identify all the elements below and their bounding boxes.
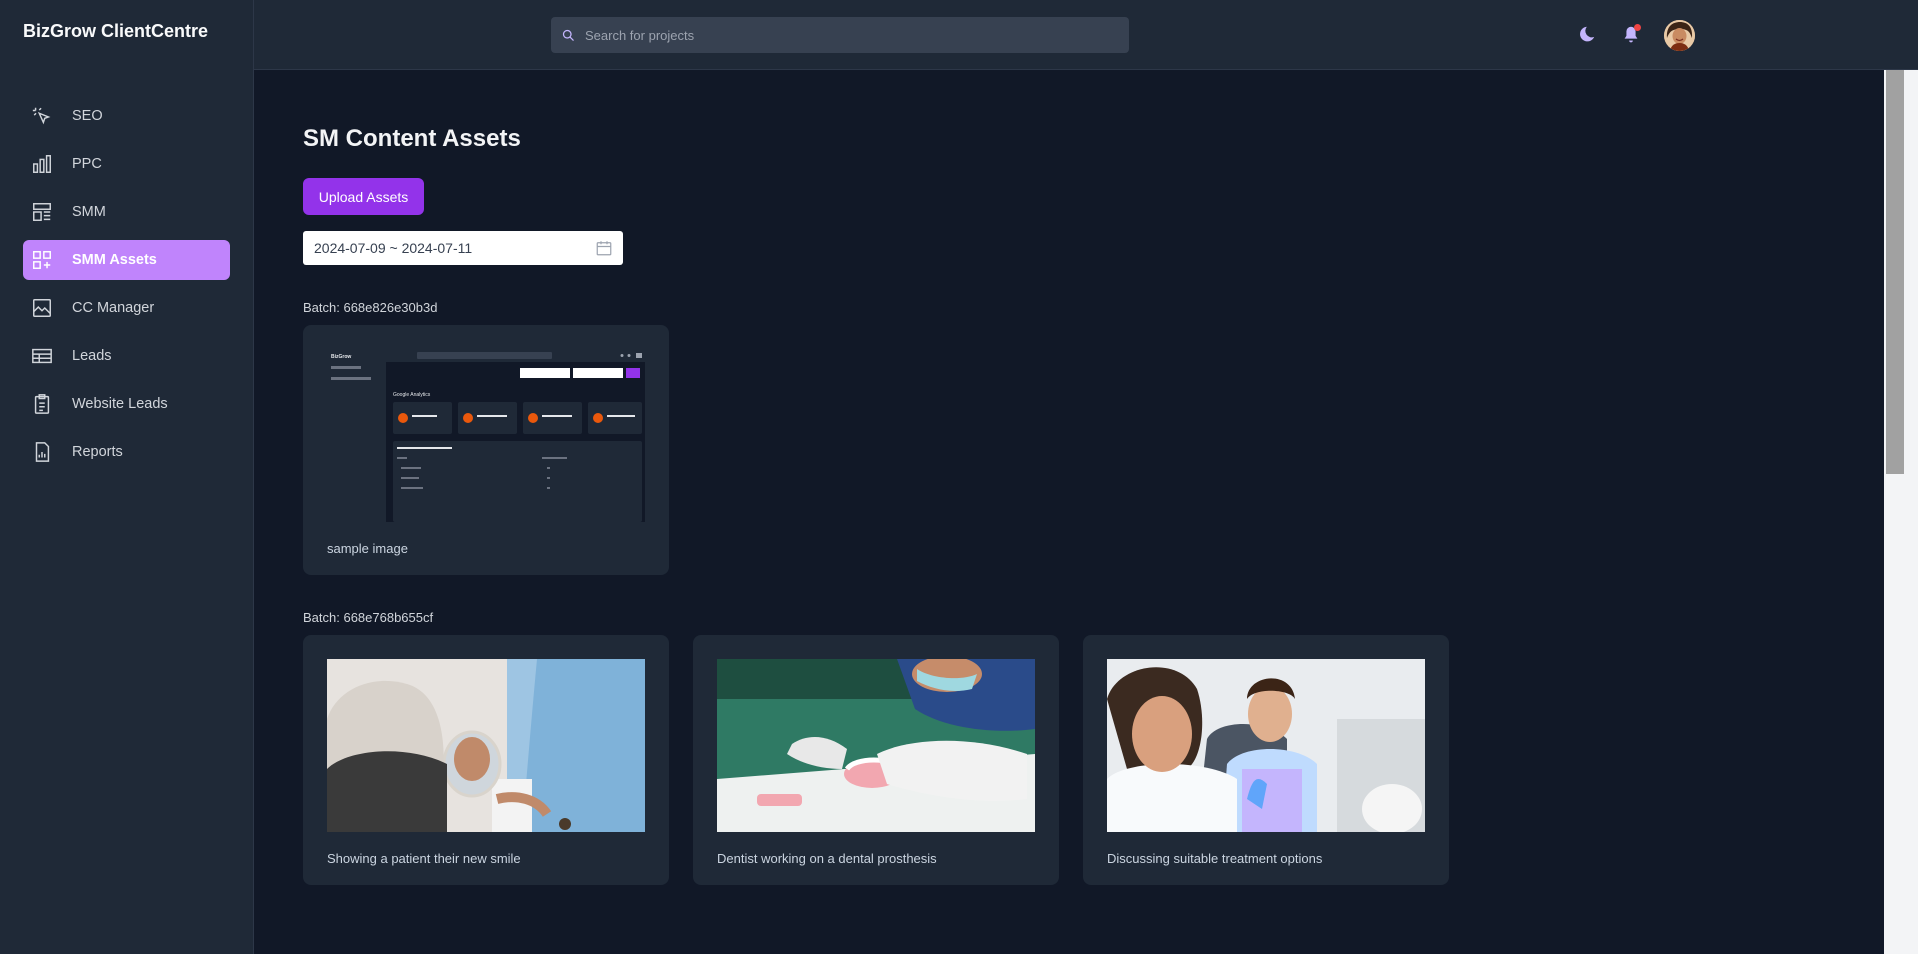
asset-card[interactable]: Discussing suitable treatment options [1083,635,1449,885]
sidebar-item-label: Website Leads [72,396,168,412]
sidebar-nav: SEO PPC SMM SMM Assets CC Manager Leads … [23,96,230,480]
bar-chart-icon [31,153,53,175]
top-bar [254,0,1918,70]
asset-caption: Dentist working on a dental prosthesis [717,850,937,866]
sidebar-item-ppc[interactable]: PPC [23,144,230,184]
sidebar-item-label: SEO [72,108,103,124]
date-range-value: 2024-07-09 ~ 2024-07-11 [314,240,473,256]
sidebar-item-label: SMM [72,204,106,220]
sidebar-item-label: PPC [72,156,102,172]
asset-caption: Discussing suitable treatment options [1107,850,1323,866]
asset-caption: Showing a patient their new smile [327,850,521,866]
brand-title: BizGrow ClientCentre [23,21,209,41]
sidebar-item-leads[interactable]: Leads [23,336,230,376]
avatar[interactable] [1664,20,1695,51]
scrollbar-thumb[interactable] [1886,70,1904,474]
batch-label: Batch: 668e768b655cf [303,610,434,625]
asset-card[interactable]: Showing a patient their new smile [303,635,669,885]
search-input[interactable] [585,27,1125,43]
upload-assets-button[interactable]: Upload Assets [303,178,424,215]
mini-section-title: Google Analytics [393,392,431,398]
layout-icon [31,201,53,223]
batch-label: Batch: 668e826e30b3d [303,300,438,315]
image-icon [31,297,53,319]
sidebar-item-label: Leads [72,348,112,364]
sidebar-item-reports[interactable]: Reports [23,432,230,472]
grid-plus-icon [31,249,53,271]
sidebar-item-label: Reports [72,444,123,460]
mini-brand: BizGrow [331,354,351,360]
asset-thumbnail[interactable] [717,659,1035,832]
date-range-picker[interactable]: 2024-07-09 ~ 2024-07-11 [303,231,623,265]
sidebar-item-cc-manager[interactable]: CC Manager [23,288,230,328]
asset-card[interactable]: Dentist working on a dental prosthesis [693,635,1059,885]
search-box[interactable] [551,17,1129,53]
sidebar-item-smm[interactable]: SMM [23,192,230,232]
asset-thumbnail[interactable]: BizGrow Google Analytics [327,349,645,522]
table-icon [31,345,53,367]
asset-thumbnail[interactable] [1107,659,1425,832]
sidebar-item-website-leads[interactable]: Website Leads [23,384,230,424]
sidebar-item-label: SMM Assets [72,252,157,268]
sidebar-item-label: CC Manager [72,300,155,316]
main-content: SM Content Assets Upload Assets 2024-07-… [254,70,1884,954]
notification-dot [1634,24,1641,31]
clipboard-icon [31,393,53,415]
asset-thumbnail[interactable] [327,659,645,832]
cursor-click-icon [31,105,53,127]
calendar-icon [596,241,612,256]
sidebar: BizGrow ClientCentre SEO PPC SMM SMM Ass… [0,0,254,954]
report-icon [31,441,53,463]
asset-card[interactable]: BizGrow Google Analytics sample image [303,325,669,575]
moon-icon[interactable] [1574,24,1596,46]
page-title: SM Content Assets [303,125,521,152]
asset-caption: sample image [327,540,408,556]
search-icon [562,29,574,41]
sidebar-item-smm-assets[interactable]: SMM Assets [23,240,230,280]
sidebar-item-seo[interactable]: SEO [23,96,230,136]
bell-icon[interactable] [1620,24,1642,46]
